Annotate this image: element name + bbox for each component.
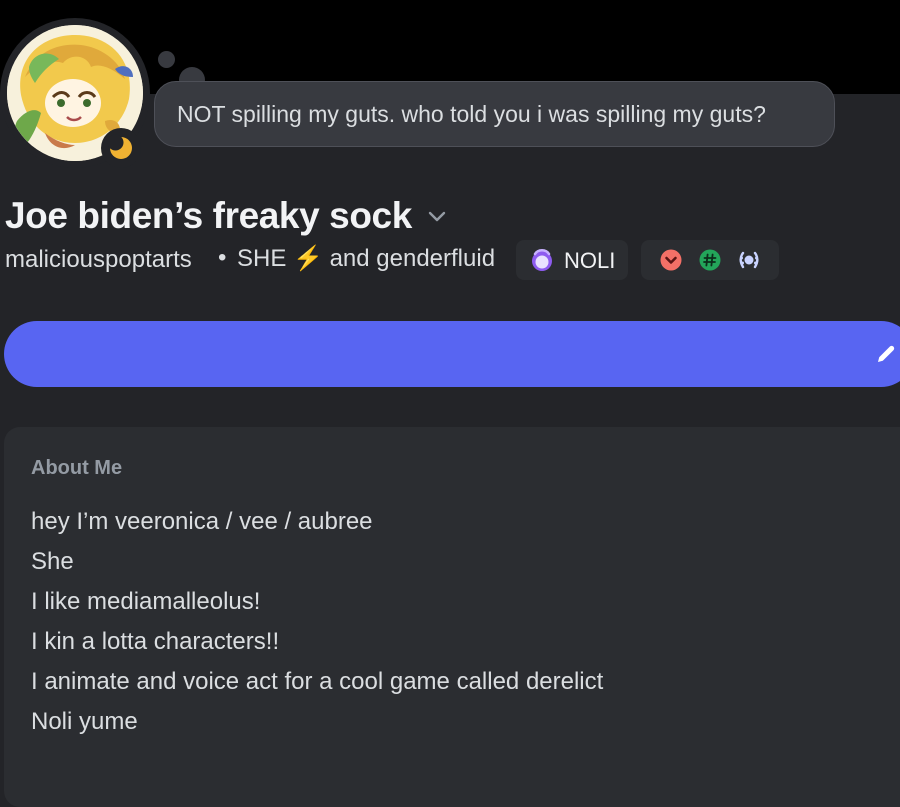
clan-tag-label: NOLI — [564, 248, 616, 273]
avatar[interactable] — [0, 18, 150, 168]
about-me-line: Noli yume — [31, 708, 138, 735]
clan-emblem-icon — [532, 249, 552, 271]
heart-chevron-badge-icon[interactable] — [660, 249, 682, 271]
status-thought-dot — [158, 51, 175, 68]
idle-moon-icon — [107, 134, 132, 159]
status-indicator — [101, 128, 141, 168]
about-me-line: She — [31, 548, 74, 575]
about-me-section: About Me hey I’m veeronica / vee / aubre… — [4, 427, 900, 807]
clan-tag[interactable]: NOLI — [516, 240, 628, 280]
display-name: Joe biden’s freaky sock — [5, 194, 412, 236]
badge-list — [641, 240, 779, 280]
about-me-heading: About Me — [31, 457, 123, 479]
laurel-badge-icon[interactable] — [738, 249, 760, 271]
pencil-icon — [878, 345, 895, 362]
username[interactable]: maliciouspoptarts — [5, 246, 192, 274]
hashtag-badge-icon[interactable] — [699, 249, 721, 271]
about-me-line: hey I’m veeronica / vee / aubree — [31, 508, 373, 535]
pronouns: SHE ⚡ and genderfluid — [237, 245, 496, 272]
custom-status-bubble[interactable]: NOT spilling my guts. who told you i was… — [154, 81, 835, 147]
about-me-line: I like mediamalleolus! — [31, 588, 261, 615]
about-me-line: I animate and voice act for a cool game … — [31, 668, 604, 695]
edit-profile-button[interactable] — [4, 321, 900, 387]
about-me-line: I kin a lotta characters!! — [31, 628, 280, 655]
meta-separator: • — [218, 244, 227, 271]
chevron-down-icon[interactable] — [427, 209, 447, 223]
profile-meta-row: maliciouspoptarts • SHE ⚡ and genderflui… — [5, 240, 895, 280]
custom-status-text: NOT spilling my guts. who told you i was… — [177, 101, 766, 127]
display-name-row[interactable]: Joe biden’s freaky sock — [5, 193, 447, 238]
